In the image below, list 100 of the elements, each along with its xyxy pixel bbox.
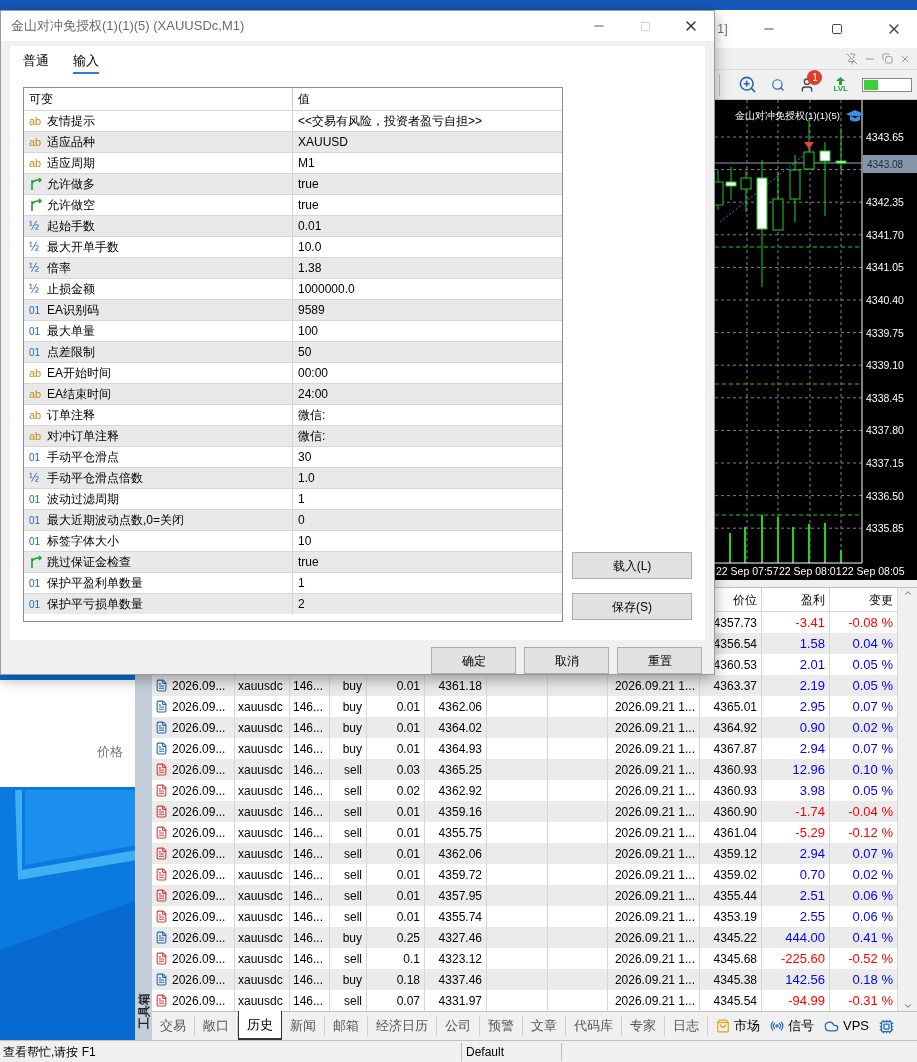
table-cell-text: 4345.68	[713, 950, 757, 968]
level-meter	[862, 77, 912, 92]
parameter-value[interactable]: 9589	[293, 300, 325, 320]
parameter-name: 倍率	[47, 260, 71, 277]
table-cell-text: sell	[344, 950, 362, 968]
time-label: 22 Sep 08:05	[842, 565, 905, 577]
parameter-value[interactable]: 100	[293, 321, 319, 341]
parameter-value[interactable]: true	[293, 552, 319, 572]
maximize-icon	[639, 20, 651, 32]
dialog-button[interactable]: 取消	[524, 647, 609, 674]
parameter-value[interactable]: true	[293, 174, 319, 194]
bottom-tab[interactable]: 代码库	[566, 1016, 622, 1036]
table-cell-text: 4362.06	[438, 698, 482, 716]
table-cell-text: 4359.02	[713, 866, 757, 884]
parameter-value[interactable]: M1	[293, 153, 315, 173]
table-cell-text: 4364.93	[438, 740, 482, 758]
parameter-value[interactable]: 10	[293, 531, 312, 551]
parameter-value[interactable]: 1000000.0	[293, 279, 355, 299]
table-cell-text: 2026.09.21 1...	[614, 782, 695, 800]
scroll-down-icon[interactable]	[902, 1001, 913, 1011]
price-label: 4343.65	[866, 131, 904, 143]
string-type-icon: ab	[29, 112, 43, 130]
column-header[interactable]: 盈利	[801, 590, 825, 609]
table-cell-text: 0.25	[396, 929, 420, 947]
bottom-tab[interactable]: 预警	[480, 1016, 523, 1036]
table-cell-text: 4360.53	[713, 656, 757, 674]
zoom-in-icon[interactable]	[738, 75, 758, 94]
scroll-up-icon[interactable]	[902, 588, 913, 598]
buy-order-icon	[155, 973, 168, 986]
parameter-value[interactable]: 00:00	[293, 363, 329, 383]
parameter-value[interactable]: 10.0	[293, 237, 322, 257]
table-cell-text: 2026.09.21 1...	[614, 698, 695, 716]
parameter-value[interactable]: 1.0	[293, 468, 315, 488]
parameter-value[interactable]: 1	[293, 489, 305, 509]
change-cell-text: -0.12 %	[848, 823, 893, 842]
string-type-icon: ab	[29, 427, 43, 445]
parameter-value[interactable]: 30	[293, 447, 312, 467]
bottom-tab[interactable]: 经济日历	[368, 1016, 437, 1036]
service-link[interactable]: 市场	[734, 1016, 760, 1036]
table-cell-text: 4361.04	[713, 824, 757, 842]
bottom-tab[interactable]: 文章	[523, 1016, 566, 1036]
side-button[interactable]: 保存(S)	[572, 593, 692, 620]
zoom-out-icon[interactable]	[771, 77, 786, 92]
parameter-name: 适应周期	[47, 155, 95, 172]
table-cell-text: 2026.09...	[172, 908, 226, 926]
dialog-button[interactable]: 重置	[617, 647, 702, 674]
table-cell-text: 4365.01	[713, 698, 757, 716]
table-cell-text: 4331.97	[438, 992, 482, 1010]
parameter-value[interactable]: 微信:	[293, 405, 326, 425]
parameter-value[interactable]: 24:00	[293, 384, 329, 404]
service-link[interactable]: VPS	[843, 1016, 869, 1036]
bottom-tab[interactable]: 邮箱	[325, 1016, 368, 1036]
change-cell-text: -0.08 %	[848, 613, 893, 632]
integer-type-icon: 01	[29, 302, 43, 318]
service-link[interactable]: 信号	[788, 1016, 814, 1036]
dialog-button[interactable]: 确定	[431, 647, 516, 674]
parameter-name: EA识别码	[47, 302, 99, 319]
table-cell-text: 4345.22	[713, 929, 757, 947]
sell-order-icon	[155, 847, 168, 860]
parameter-value[interactable]: 微信:	[293, 426, 326, 446]
change-cell-text: -0.04 %	[848, 802, 893, 821]
table-cell-text: 146...	[293, 950, 324, 968]
up-arrow-icon[interactable]	[836, 76, 846, 85]
dialog-tab[interactable]: 普通	[23, 50, 49, 74]
parameter-name: 保护平盈利单数量	[47, 575, 143, 592]
column-header[interactable]: 价位	[733, 590, 757, 609]
toolbox-label[interactable]: 工具箱	[135, 993, 153, 1029]
parameter-value[interactable]: <<交易有风险，投资者盈亏自担>>	[293, 111, 483, 131]
table-cell-text: 2026.09...	[172, 761, 226, 779]
parameter-value[interactable]: XAUUSD	[293, 132, 348, 152]
bottom-tab[interactable]: 交易	[152, 1016, 195, 1036]
buy-order-icon	[155, 742, 168, 755]
bottom-tab[interactable]: 新闻	[282, 1016, 325, 1036]
bottom-tab[interactable]: 历史	[238, 1011, 282, 1040]
shopping-bag-icon	[716, 1019, 730, 1033]
parameter-name: 手动平仓滑点倍数	[47, 470, 143, 487]
restore-icon[interactable]	[882, 53, 893, 64]
parameter-value[interactable]: 1.38	[293, 258, 322, 278]
parameter-value[interactable]: true	[293, 195, 319, 215]
parameter-value[interactable]: 1	[293, 573, 305, 593]
side-button[interactable]: 载入(L)	[572, 552, 692, 579]
profit-cell-text: -5.29	[795, 823, 825, 842]
dialog-tab[interactable]: 输入	[73, 50, 99, 74]
sell-order-icon	[155, 889, 168, 902]
table-cell-text: 2026.09...	[172, 698, 226, 716]
parameter-value[interactable]: 0	[293, 510, 305, 530]
column-header[interactable]: 变更	[869, 590, 893, 609]
current-price-tag	[863, 155, 917, 173]
bottom-tab[interactable]: 专家	[622, 1016, 665, 1036]
parameter-value[interactable]: 50	[293, 342, 312, 362]
parameter-value[interactable]: 0.01	[293, 216, 322, 236]
parameter-value[interactable]: 2	[293, 594, 305, 614]
unpin-icon[interactable]	[846, 52, 858, 65]
table-cell-text: buy	[342, 719, 362, 737]
bottom-tab[interactable]: 日志	[665, 1016, 708, 1036]
table-cell-text: xauusdc	[238, 992, 283, 1010]
table-cell-text: sell	[344, 887, 362, 905]
bottom-tab[interactable]: 公司	[437, 1016, 480, 1036]
parameter-name: 保护平亏损单数量	[47, 596, 143, 613]
fraction-type-icon: ½	[29, 259, 43, 277]
